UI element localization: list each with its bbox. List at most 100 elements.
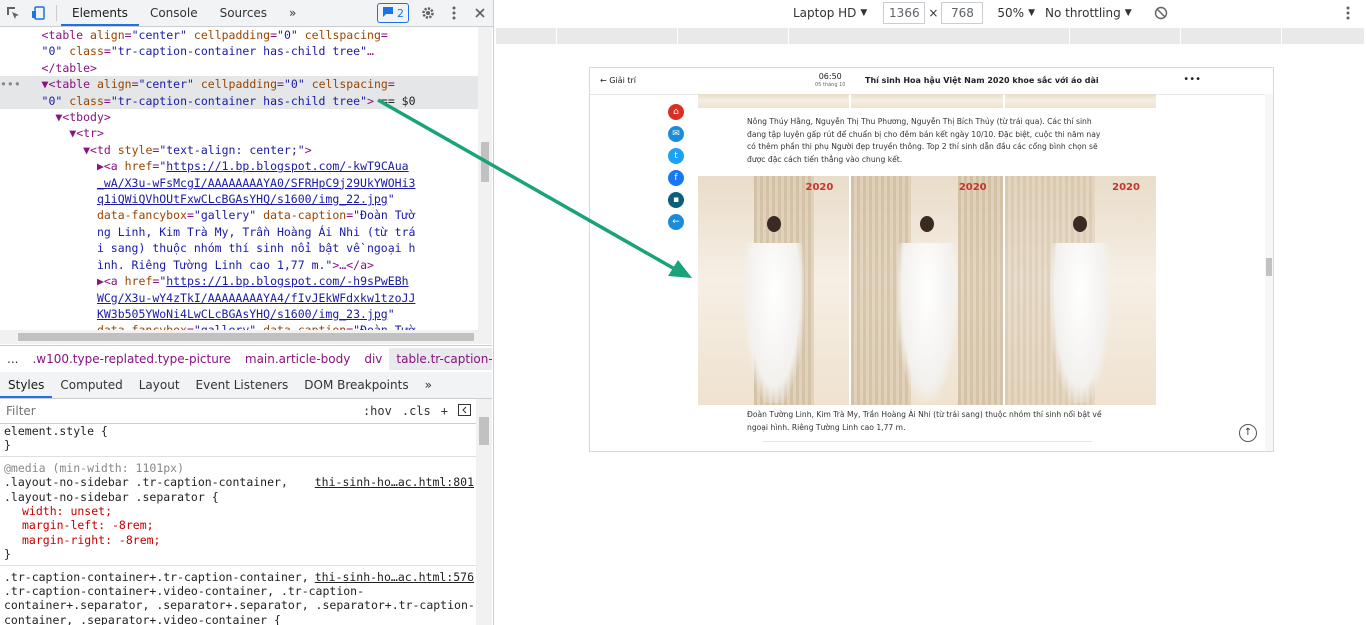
tab-sources[interactable]: Sources <box>209 0 278 26</box>
style-selector[interactable]: .tr-caption-container+.video-container, … <box>0 584 476 598</box>
style-selector[interactable]: container+.separator, .separator+.separa… <box>0 598 476 612</box>
dom-node-line[interactable]: data-fancybox="gallery" data-caption="Đo… <box>0 207 478 223</box>
dom-node-line[interactable]: WCg/X3u-wY4zTkI/AAAAAAAAYA4/fIvJEkWFdxkw… <box>0 290 478 306</box>
tab-dom-breakpoints[interactable]: DOM Breakpoints <box>296 372 416 398</box>
header-datetime: 06:50 05 tháng 10 <box>815 72 845 90</box>
tab-computed[interactable]: Computed <box>52 372 130 398</box>
ruler-segment[interactable] <box>789 28 1070 44</box>
height-input[interactable]: 768 <box>941 2 984 24</box>
tab-styles[interactable]: Styles <box>0 372 53 398</box>
ruler-segment[interactable] <box>557 28 678 44</box>
scrollbar-thumb[interactable] <box>481 142 489 182</box>
dom-node-line[interactable]: data-fancybox="gallery" data-caption="Đo… <box>0 322 478 330</box>
ruler-segment[interactable] <box>1282 28 1365 44</box>
source-link[interactable]: thi-sinh-ho…ac.html:801 <box>315 475 474 489</box>
style-selector[interactable]: .layout-no-sidebar .separator { <box>0 490 476 504</box>
photo[interactable]: 2020 <box>851 176 1003 405</box>
scrollbar-thumb[interactable] <box>1266 258 1272 276</box>
ruler-segment[interactable] <box>1181 28 1282 44</box>
page-scrollbar[interactable] <box>1265 94 1273 451</box>
kebab-menu-icon[interactable] <box>441 0 467 26</box>
dom-tree[interactable]: <table align="center" cellpadding="0" ce… <box>0 27 478 330</box>
style-selector[interactable]: element.style { <box>0 424 476 438</box>
style-property[interactable]: margin-left: -8rem; <box>0 518 476 532</box>
more-icon[interactable]: ••• <box>1183 74 1201 85</box>
style-selector[interactable]: .layout-no-sidebar .tr-caption-container… <box>0 475 476 489</box>
photo[interactable]: 2020 <box>1004 176 1156 405</box>
dom-node-line[interactable]: ▼<td style="text-align: center;"> <box>0 142 478 158</box>
photo[interactable] <box>851 94 1003 108</box>
dom-node-line[interactable]: <table align="center" cellpadding="0" ce… <box>0 27 478 43</box>
scrollbar-thumb[interactable] <box>18 333 474 341</box>
ruler-segment[interactable] <box>1070 28 1181 44</box>
dom-node-line[interactable]: _wA/X3u-wFsMcgI/AAAAAAAAYA0/SFRHpC9j29Uk… <box>0 175 478 191</box>
dom-node-line[interactable]: "0" class="tr-caption-container has-chil… <box>0 92 478 110</box>
tab-layout[interactable]: Layout <box>131 372 188 398</box>
more-tabs-button[interactable]: » <box>278 0 307 26</box>
photo[interactable] <box>1004 94 1156 108</box>
dom-node-line[interactable]: "0" class="tr-caption-container has-chil… <box>0 43 478 59</box>
width-input[interactable]: 1366 <box>883 2 926 24</box>
photo[interactable]: 2020 <box>698 176 850 405</box>
dom-node-line[interactable]: ▼<tbody> <box>0 109 478 125</box>
dom-node-line[interactable]: </table> <box>0 60 478 76</box>
facebook-icon[interactable]: f <box>668 170 684 186</box>
close-icon[interactable] <box>467 0 493 26</box>
scrollbar-thumb[interactable] <box>479 417 489 445</box>
breadcrumb-item[interactable]: div <box>357 352 389 366</box>
gear-icon[interactable] <box>415 0 441 26</box>
plus-icon[interactable]: + <box>436 404 453 418</box>
emulated-page[interactable]: ← Giải trí 06:50 05 tháng 10 Thí sinh Ho… <box>589 67 1274 452</box>
media-query-ruler[interactable] <box>496 28 1365 44</box>
dom-node-line[interactable]: i sang) thuộc nhóm thí sinh nổi bật về n… <box>0 240 478 256</box>
style-selector[interactable]: .tr-caption-container+.tr-caption-contai… <box>0 570 476 584</box>
zoom-select[interactable]: 50% ▼ <box>997 6 1035 20</box>
breadcrumb-more[interactable]: ... <box>0 352 25 366</box>
cls-button[interactable]: .cls <box>397 404 436 418</box>
dom-node-line[interactable]: ▶<a href="https://1.bp.blogspot.com/-kwT… <box>0 158 478 174</box>
device-select[interactable]: Laptop HD ▼ <box>793 6 867 20</box>
comment-icon[interactable]: ▪ <box>668 192 684 208</box>
back-link[interactable]: ← Giải trí <box>600 76 636 85</box>
style-selector[interactable]: container, .separator+.video-container { <box>0 613 476 625</box>
dom-vertical-scrollbar[interactable] <box>478 27 492 330</box>
dom-node-line[interactable]: ng Linh, Kim Trà My, Trần Hoàng Ái Nhi (… <box>0 224 478 240</box>
header-time: 06:50 <box>818 72 842 81</box>
home-icon[interactable]: ⌂ <box>668 104 684 120</box>
breadcrumb-item[interactable]: .w100.type-replated.type-picture <box>25 352 237 366</box>
ruler-segment[interactable] <box>496 28 557 44</box>
style-property[interactable]: margin-right: -8rem; <box>0 533 476 547</box>
tab-elements[interactable]: Elements <box>61 0 139 26</box>
source-link[interactable]: thi-sinh-ho…ac.html:576 <box>315 570 474 584</box>
photo-caption: Đoàn Tường Linh, Kim Trà My, Trần Hoàng … <box>747 410 1102 432</box>
styles-scrollbar[interactable] <box>476 399 492 625</box>
tab-console[interactable]: Console <box>139 0 209 26</box>
dom-node-line[interactable]: ▶<a href="https://1.bp.blogspot.com/-h9s… <box>0 273 478 289</box>
dom-horizontal-scrollbar[interactable] <box>0 330 492 344</box>
photo[interactable] <box>698 94 850 108</box>
dom-node-line[interactable]: KW3b505YWoNi4LwCLcBGAsYHQ/s1600/img_23.j… <box>0 306 478 322</box>
breadcrumb-item-selected[interactable]: table.tr-caption-conta <box>389 348 492 370</box>
style-property[interactable]: width: unset; <box>0 504 476 518</box>
filter-input[interactable] <box>0 403 358 419</box>
back-arrow-icon[interactable]: ← <box>668 214 684 230</box>
dom-node-line[interactable]: ▼<tr> <box>0 125 478 141</box>
inspect-element-icon[interactable] <box>0 0 26 26</box>
throttle-select[interactable]: No throttling ▼ <box>1045 6 1132 20</box>
issues-badge[interactable]: 2 <box>377 3 409 23</box>
breadcrumb-item[interactable]: main.article-body <box>238 352 357 366</box>
more-tabs-button[interactable]: » <box>417 372 440 398</box>
ruler-segment[interactable] <box>678 28 789 44</box>
kebab-menu-icon[interactable] <box>1346 6 1350 20</box>
dom-node-line[interactable]: ình. Riêng Tường Linh cao 1,77 m.">…</a> <box>0 257 478 273</box>
tab-event-listeners[interactable]: Event Listeners <box>188 372 297 398</box>
sidebar-toggle-icon[interactable] <box>453 403 476 419</box>
dom-node-line[interactable]: ••• ▼<table align="center" cellpadding="… <box>0 76 478 93</box>
scroll-to-top-icon[interactable]: ↑ <box>1239 424 1257 442</box>
dom-node-line[interactable]: q1iQWiQVhOUtFxwCLcBGAsYHQ/s1600/img_22.j… <box>0 191 478 207</box>
rotate-icon[interactable] <box>1154 6 1168 20</box>
twitter-icon[interactable]: t <box>668 148 684 164</box>
hov-button[interactable]: :hov <box>358 404 397 418</box>
messenger-icon[interactable]: ✉ <box>668 126 684 142</box>
device-toggle-icon[interactable] <box>26 0 52 26</box>
